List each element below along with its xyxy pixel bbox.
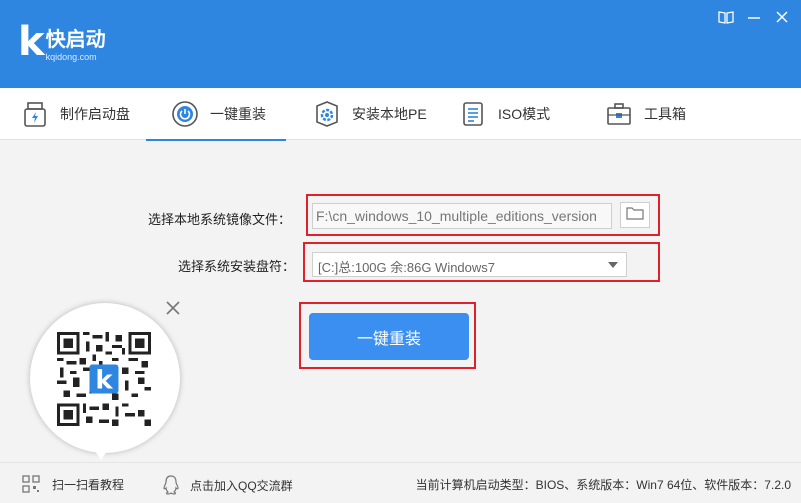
install-disk-label: 选择系统安装盘符： xyxy=(178,259,296,274)
system-status-text: 当前计算机启动类型：BIOS、系统版本：Win7 64位、软件版本：7.2.0 xyxy=(415,478,791,492)
scan-tutorial-label: 扫一扫看教程 xyxy=(52,477,125,492)
book-icon[interactable] xyxy=(715,6,737,28)
image-file-label: 选择本地系统镜像文件： xyxy=(148,212,292,227)
tab-label: 安装本地PE xyxy=(352,106,427,122)
app-url: kqidong.com xyxy=(45,52,97,62)
folder-icon xyxy=(626,206,644,225)
close-icon[interactable] xyxy=(771,6,793,28)
toolbox-icon xyxy=(604,99,634,129)
tab-label: ISO模式 xyxy=(498,106,551,122)
qr-scan-icon xyxy=(22,475,40,493)
minimize-icon[interactable] xyxy=(743,6,765,28)
svg-text:k: k xyxy=(95,366,113,396)
app-name: 快启动 xyxy=(45,29,106,51)
main-tab-bar: 制作启动盘 一键重装 安装本地PE ISO模式 工具箱 xyxy=(0,88,801,141)
tab-one-key-reinstall[interactable]: 一键重装 xyxy=(146,88,286,141)
one-key-reinstall-button[interactable]: 一键重装 xyxy=(309,313,469,360)
tab-iso-mode[interactable]: ISO模式 xyxy=(458,88,550,140)
install-disk-select[interactable]: [C:]总:100G 余:86G Windows7 xyxy=(312,252,627,277)
browse-button[interactable] xyxy=(620,202,650,228)
tab-label: 一键重装 xyxy=(210,106,266,122)
qr-popup-pointer xyxy=(93,448,109,460)
tab-install-local-pe[interactable]: 安装本地PE xyxy=(312,88,427,140)
gear-box-icon xyxy=(312,99,342,129)
logo-letter: k xyxy=(18,19,45,65)
image-path-input[interactable]: F:\cn_windows_10_multiple_editions_versi… xyxy=(312,203,612,229)
close-icon[interactable] xyxy=(165,300,181,316)
status-bar: 扫一扫看教程 点击加入QQ交流群 当前计算机启动类型：BIOS、系统版本：Win… xyxy=(0,462,801,503)
join-qq-group-link[interactable]: 点击加入QQ交流群 xyxy=(162,475,293,495)
qq-icon xyxy=(162,475,180,495)
tab-toolbox[interactable]: 工具箱 xyxy=(604,88,686,140)
qr-code: k xyxy=(57,332,151,426)
install-disk-value: [C:]总:100G 余:86G Windows7 xyxy=(318,260,496,275)
tab-label: 制作启动盘 xyxy=(60,106,130,122)
power-icon xyxy=(170,99,200,129)
chevron-down-icon xyxy=(608,262,618,268)
scan-tutorial-link[interactable]: 扫一扫看教程 xyxy=(22,475,124,493)
usb-drive-icon xyxy=(20,99,50,129)
title-bar: k 快启动 kqidong.com xyxy=(0,0,801,88)
document-icon xyxy=(458,99,488,129)
tab-make-boot-disk[interactable]: 制作启动盘 xyxy=(20,88,130,140)
tab-label: 工具箱 xyxy=(644,106,686,122)
app-logo: k 快启动 kqidong.com xyxy=(18,22,106,62)
join-qq-group-label: 点击加入QQ交流群 xyxy=(190,478,293,493)
